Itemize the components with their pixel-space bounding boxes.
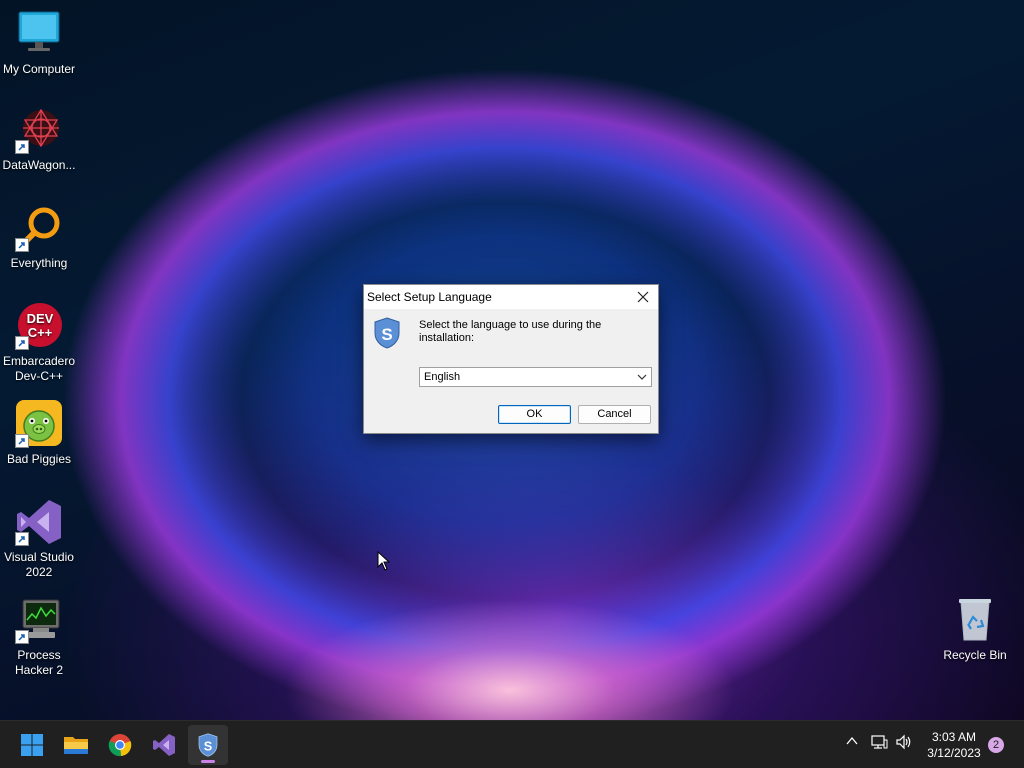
start-icon xyxy=(21,734,43,756)
desktop-icon-label: My Computer xyxy=(2,62,76,76)
taskbar-clock[interactable]: 3:03 AM 3/12/2023 xyxy=(918,729,990,761)
shortcut-arrow-icon xyxy=(15,630,29,644)
monitor-icon xyxy=(15,10,63,58)
taskbar-setup[interactable]: S xyxy=(188,725,228,765)
mouse-pointer-icon xyxy=(377,550,391,576)
svg-text:S: S xyxy=(204,738,213,753)
desktop-icon-label: Everything xyxy=(10,256,68,270)
cancel-button[interactable]: Cancel xyxy=(578,405,651,424)
file-explorer-icon xyxy=(64,737,88,754)
chrome-icon xyxy=(108,734,132,757)
desktop-icon-visual-studio[interactable]: Visual Studio 2022 xyxy=(0,498,78,580)
shortcut-arrow-icon xyxy=(15,140,29,154)
desktop-icon-label: Recycle Bin xyxy=(943,648,1007,662)
desktop-icon-bad-piggies[interactable]: Bad Piggies xyxy=(0,400,78,467)
clock-time: 3:03 AM xyxy=(931,730,977,744)
process-hacker-icon xyxy=(15,596,63,644)
shortcut-arrow-icon xyxy=(15,434,29,448)
svg-text:DEV: DEV xyxy=(27,311,54,326)
notification-badge[interactable]: 2 xyxy=(988,737,1004,753)
ok-button[interactable]: OK xyxy=(498,405,571,424)
network-icon[interactable] xyxy=(870,734,888,755)
language-select[interactable]: English xyxy=(419,367,652,387)
taskbar-chrome[interactable] xyxy=(100,725,140,765)
close-button[interactable] xyxy=(628,285,658,309)
desktop-icon-label: Process Hacker 2 xyxy=(14,648,64,677)
desktop-icon-my-computer[interactable]: My Computer xyxy=(0,10,78,77)
setup-icon: S xyxy=(198,733,218,757)
desktop-icon-process-hacker[interactable]: Process Hacker 2 xyxy=(0,596,78,678)
taskbar: S 3:03 AM 3/12/2023 2 xyxy=(0,720,1024,768)
taskbar-visual-studio[interactable] xyxy=(144,725,184,765)
desktop-icon-recycle-bin[interactable]: Recycle Bin xyxy=(936,596,1014,663)
desktop-icon-label: Bad Piggies xyxy=(6,452,72,466)
shortcut-arrow-icon xyxy=(15,238,29,252)
desktop-icon-datawagon[interactable]: DataWagon... xyxy=(0,106,78,173)
desktop-icon-dev-cpp[interactable]: DEV C++ Embarcadero Dev-C++ xyxy=(0,302,78,384)
desktop: My Computer DataWagon... Everything DEV … xyxy=(0,0,1024,720)
chevron-up-icon xyxy=(846,736,858,745)
desktop-icon-label: Embarcadero Dev-C++ xyxy=(2,354,76,383)
visual-studio-icon xyxy=(153,734,175,756)
dialog-titlebar[interactable]: Select Setup Language xyxy=(364,285,658,309)
everything-search-icon xyxy=(15,204,63,252)
select-setup-language-dialog: Select Setup Language S Select the langu… xyxy=(363,284,659,434)
shortcut-arrow-icon xyxy=(15,336,29,350)
datawagon-icon xyxy=(15,106,63,154)
start-button[interactable] xyxy=(12,725,52,765)
volume-icon[interactable] xyxy=(895,734,913,755)
svg-text:S: S xyxy=(381,325,392,344)
bad-piggies-icon xyxy=(15,400,63,448)
chevron-down-icon xyxy=(637,372,647,385)
setup-shield-icon: S xyxy=(374,317,400,349)
clock-date: 3/12/2023 xyxy=(927,746,981,760)
svg-text:C++: C++ xyxy=(28,325,53,340)
taskbar-file-explorer[interactable] xyxy=(56,725,96,765)
language-select-value: English xyxy=(424,371,461,383)
dialog-prompt-text: Select the language to use during the in… xyxy=(419,319,602,344)
visual-studio-icon xyxy=(15,498,63,546)
dev-cpp-icon: DEV C++ xyxy=(15,302,63,350)
dialog-title: Select Setup Language xyxy=(367,290,492,304)
desktop-icon-label: Visual Studio 2022 xyxy=(4,550,74,579)
desktop-icon-everything[interactable]: Everything xyxy=(0,204,78,271)
show-hidden-icons-button[interactable] xyxy=(845,734,859,753)
shortcut-arrow-icon xyxy=(15,532,29,546)
recycle-bin-icon xyxy=(951,596,999,644)
active-app-indicator xyxy=(201,760,215,763)
close-icon xyxy=(637,291,649,303)
desktop-icon-label: DataWagon... xyxy=(2,158,76,172)
